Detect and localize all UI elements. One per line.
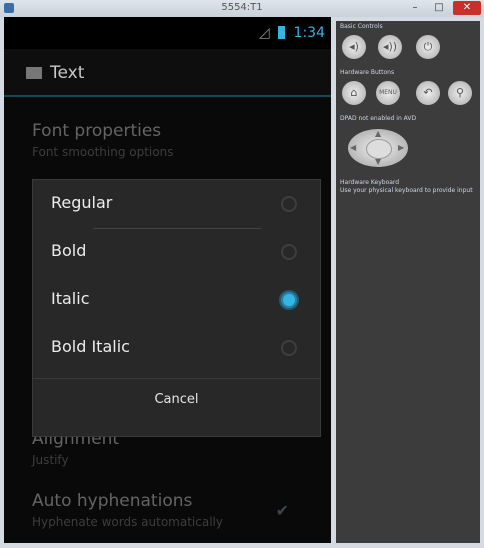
- power-icon[interactable]: ⏻: [416, 35, 440, 59]
- window-titlebar: 5554:T1 – □ ✕: [0, 0, 484, 18]
- folder-icon: [26, 67, 42, 79]
- dpad-right-icon[interactable]: ▶: [398, 143, 404, 152]
- status-bar: ◿ 1:34: [4, 17, 331, 49]
- window-title: 5554:T1: [221, 2, 263, 13]
- option-regular[interactable]: Regular: [33, 180, 320, 228]
- option-bold[interactable]: Bold: [33, 228, 320, 276]
- option-label: Regular: [51, 193, 113, 212]
- action-bar: Text: [4, 51, 331, 97]
- device-screen: ◿ 1:34 Text Font properties Font smoothi…: [4, 17, 331, 543]
- emulator-control-panel: Basic Controls ◂) ◂)) ⏻ Hardware Buttons…: [336, 21, 480, 543]
- keyboard-note: Use your physical keyboard to provide in…: [340, 187, 473, 194]
- search-icon[interactable]: ⚲: [448, 81, 472, 105]
- dpad[interactable]: ▲ ◀ ▶ ▼: [348, 129, 408, 167]
- divider: [33, 378, 320, 379]
- battery-icon: [278, 26, 286, 39]
- dpad-label: DPAD not enabled in AVD: [340, 115, 417, 122]
- dpad-center[interactable]: [366, 139, 392, 159]
- back-icon[interactable]: ↶: [416, 81, 440, 105]
- dpad-left-icon[interactable]: ◀: [350, 143, 356, 152]
- maximize-button[interactable]: □: [428, 1, 450, 15]
- status-icons: ◿ 1:34: [259, 25, 325, 41]
- dpad-up-icon[interactable]: ▲: [375, 129, 381, 138]
- status-time: 1:34: [293, 25, 325, 41]
- action-bar-title: Text: [50, 63, 85, 83]
- cancel-button[interactable]: Cancel: [33, 380, 320, 420]
- minimize-button[interactable]: –: [404, 1, 426, 15]
- option-label: Italic: [51, 289, 90, 308]
- radio-button[interactable]: [281, 244, 297, 260]
- radio-button[interactable]: [281, 196, 297, 212]
- radio-button-selected[interactable]: [281, 292, 297, 308]
- font-style-dialog: Regular Bold Italic Bold Italic Cancel: [32, 179, 321, 437]
- volume-down-icon[interactable]: ◂): [342, 35, 366, 59]
- keyboard-label: Hardware Keyboard: [340, 179, 400, 186]
- signal-icon: ◿: [258, 25, 270, 41]
- close-button[interactable]: ✕: [453, 1, 481, 15]
- radio-button[interactable]: [281, 340, 297, 356]
- option-label: Bold: [51, 241, 87, 260]
- option-bold-italic[interactable]: Bold Italic: [33, 324, 320, 372]
- emulator-frame: ◿ 1:34 Text Font properties Font smoothi…: [0, 17, 484, 548]
- home-icon[interactable]: ⌂: [342, 81, 366, 105]
- hardware-buttons-label: Hardware Buttons: [340, 69, 395, 76]
- volume-up-icon[interactable]: ◂)): [378, 35, 402, 59]
- app-icon: [4, 3, 14, 13]
- basic-controls-label: Basic Controls: [340, 23, 383, 30]
- menu-button[interactable]: MENU: [376, 81, 400, 105]
- option-label: Bold Italic: [51, 337, 130, 356]
- option-italic[interactable]: Italic: [33, 276, 320, 324]
